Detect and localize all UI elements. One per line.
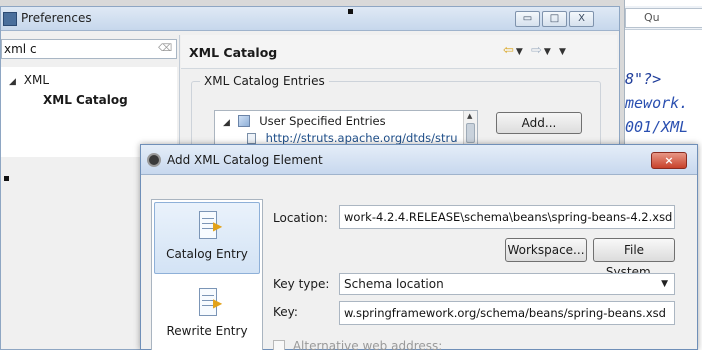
tree-item-label: XML bbox=[23, 73, 50, 87]
chevron-down-icon[interactable]: ▼ bbox=[661, 274, 668, 294]
add-button[interactable]: Add... bbox=[496, 112, 582, 134]
tree-item-xml[interactable]: ◢ XML bbox=[9, 73, 49, 87]
workspace-button[interactable]: Workspace... bbox=[505, 238, 587, 262]
option-label: Rewrite Entry bbox=[166, 324, 248, 338]
quick-access-field[interactable]: Qu bbox=[625, 8, 702, 28]
tree-item-label: http://struts.apache.org/dtds/stru bbox=[265, 131, 458, 145]
tree-item-xml-catalog[interactable]: XML Catalog bbox=[43, 93, 128, 107]
page-title: XML Catalog bbox=[189, 45, 278, 60]
catalog-entry-icon: ▶ bbox=[193, 209, 222, 243]
document-icon bbox=[247, 133, 256, 144]
key-label: Key: bbox=[273, 305, 298, 319]
file-system-button[interactable]: File System... bbox=[593, 238, 675, 279]
scroll-up-icon[interactable]: ▲ bbox=[467, 112, 472, 120]
rewrite-entry-icon: ▶ bbox=[193, 286, 222, 320]
location-label: Location: bbox=[273, 211, 328, 225]
preferences-app-icon bbox=[3, 12, 17, 26]
key-type-select[interactable]: Schema location ▼ bbox=[339, 273, 675, 295]
forward-dropdown-icon[interactable]: ▼ bbox=[544, 47, 553, 57]
key-field[interactable] bbox=[339, 301, 675, 325]
preferences-title: Preferences bbox=[21, 11, 92, 25]
maximize-button[interactable]: □ bbox=[542, 11, 567, 27]
expand-arrow-icon[interactable]: ◢ bbox=[9, 77, 16, 87]
clear-filter-icon[interactable]: ⌫ bbox=[158, 43, 172, 55]
code-line: mework. bbox=[625, 94, 689, 112]
back-dropdown-icon[interactable]: ▼ bbox=[516, 47, 525, 57]
alternative-address-checkbox[interactable] bbox=[273, 340, 285, 350]
key-input[interactable] bbox=[340, 302, 674, 324]
location-input[interactable] bbox=[340, 206, 674, 228]
catalog-icon bbox=[237, 115, 250, 127]
catalog-entry-option[interactable]: ▶ Catalog Entry bbox=[154, 202, 260, 274]
tree-item-label: User Specified Entries bbox=[259, 114, 386, 128]
group-label: XML Catalog Entries bbox=[200, 74, 329, 88]
scroll-thumb[interactable] bbox=[466, 123, 475, 143]
tree-item-struts-dtd[interactable]: http://struts.apache.org/dtds/stru bbox=[247, 131, 458, 145]
filter-field[interactable]: ⌫ bbox=[1, 39, 177, 59]
selection-handle bbox=[4, 176, 9, 181]
option-label: Catalog Entry bbox=[166, 247, 248, 261]
close-button[interactable]: X bbox=[569, 11, 594, 27]
editor-toolbar: Qu bbox=[625, 6, 702, 30]
code-line: 001/XML bbox=[625, 118, 689, 136]
key-type-label: Key type: bbox=[273, 277, 330, 291]
minimize-button[interactable]: ▭ bbox=[515, 11, 540, 27]
view-menu-icon[interactable]: ▼ bbox=[559, 47, 568, 57]
eclipse-icon bbox=[147, 153, 161, 167]
rewrite-entry-option[interactable]: ▶ Rewrite Entry bbox=[154, 280, 260, 350]
filter-input[interactable] bbox=[2, 40, 152, 58]
dialog-title: Add XML Catalog Element bbox=[167, 153, 323, 167]
entry-type-list: ▶ Catalog Entry ▶ Rewrite Entry bbox=[151, 199, 263, 350]
back-arrow-icon[interactable]: ⇦ bbox=[503, 43, 516, 58]
forward-arrow-icon[interactable]: ⇨ bbox=[531, 43, 544, 58]
location-field[interactable] bbox=[339, 205, 675, 229]
expand-arrow-icon[interactable]: ◢ bbox=[223, 118, 230, 128]
tree-item-user-entries[interactable]: ◢ User Specified Entries bbox=[223, 114, 386, 128]
alternative-address-row: Alternative web address: bbox=[273, 339, 442, 350]
selection-handle bbox=[348, 9, 353, 14]
dialog-close-button[interactable]: × bbox=[651, 152, 687, 169]
dialog-titlebar[interactable]: Add XML Catalog Element × bbox=[141, 145, 697, 175]
add-catalog-element-dialog: Add XML Catalog Element × ▶ Catalog Entr… bbox=[140, 144, 698, 350]
key-type-value: Schema location bbox=[344, 277, 444, 291]
code-line: 8"?> bbox=[625, 70, 662, 88]
page-header: XML Catalog ⇦▼ ⇨▼ ▼ bbox=[181, 35, 617, 69]
history-nav: ⇦▼ ⇨▼ ▼ bbox=[503, 43, 611, 61]
alternative-address-label: Alternative web address: bbox=[292, 339, 443, 350]
preferences-titlebar[interactable]: Preferences ▭ □ X bbox=[1, 7, 619, 31]
